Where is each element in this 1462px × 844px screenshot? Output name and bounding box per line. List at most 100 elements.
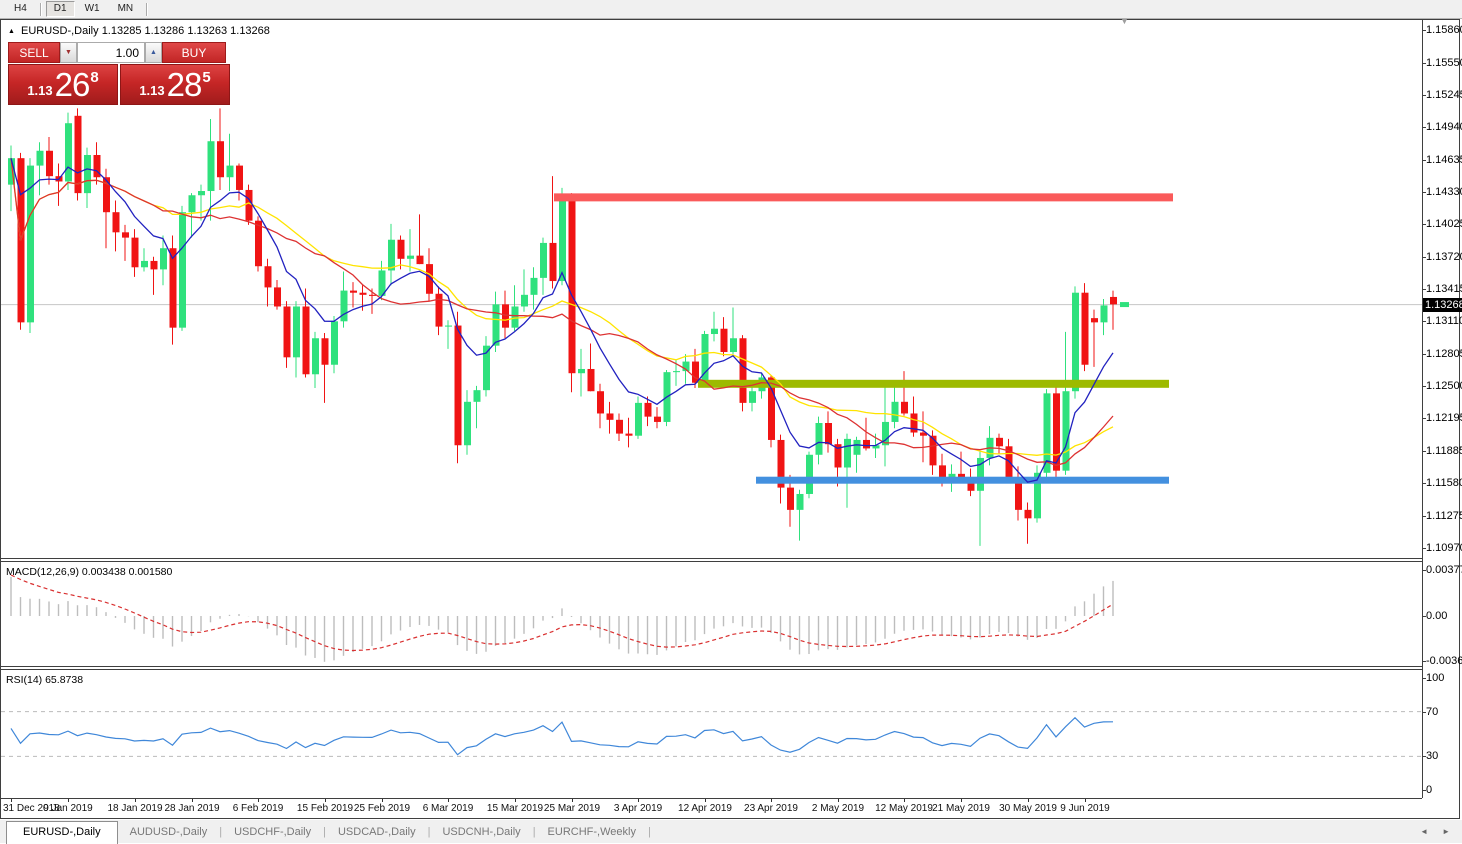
- candle-body: [341, 291, 348, 322]
- candle-body: [930, 436, 937, 466]
- candle-body: [37, 151, 44, 166]
- date-axis[interactable]: 31 Dec 20189 Jan 201918 Jan 201928 Jan 2…: [1, 799, 1422, 818]
- candle-body: [246, 190, 253, 221]
- candle-body: [616, 420, 623, 434]
- candle-body: [455, 326, 462, 446]
- date-tick-label: 15 Mar 2019: [487, 803, 543, 814]
- rsi-label: RSI(14) 65.8738: [6, 674, 83, 686]
- tab-eurchf-weekly[interactable]: EURCHF-,Weekly: [536, 822, 648, 843]
- timeframe-button-w1[interactable]: W1: [77, 1, 108, 17]
- tab-usdcnh-daily[interactable]: USDCNH-,Daily: [430, 822, 532, 843]
- sell-button[interactable]: SELL: [8, 42, 60, 63]
- candle-body: [550, 243, 557, 281]
- volume-input[interactable]: 1.00: [77, 42, 145, 63]
- toolbar-separator: [146, 3, 147, 16]
- candle-body: [1063, 391, 1070, 470]
- date-tick-label: 12 May 2019: [875, 803, 933, 814]
- chart-window: ▲ EURUSD-,Daily 1.13285 1.13286 1.13263 …: [0, 19, 1460, 819]
- date-axis-tick: [1085, 799, 1086, 802]
- triangle-up-icon: ▲: [150, 49, 157, 56]
- candle-body: [170, 248, 177, 327]
- sell-price-button[interactable]: 1.13 26 8: [8, 64, 118, 105]
- panel-divider[interactable]: [1, 558, 1422, 559]
- candle-body: [113, 212, 120, 232]
- candle-body: [493, 304, 500, 345]
- toolbar-separator: [40, 3, 41, 16]
- price-tick-label: 1.14635: [1426, 154, 1462, 166]
- date-tick-label: 21 May 2019: [932, 803, 990, 814]
- candle-body: [540, 243, 547, 278]
- sell-price-big: 26: [55, 68, 90, 101]
- date-axis-tick: [838, 799, 839, 802]
- price-tick-label: 1.15245: [1426, 89, 1462, 101]
- candle-body: [797, 494, 804, 510]
- candle-body: [996, 438, 1003, 446]
- date-axis-tick: [705, 799, 706, 802]
- buy-price-button[interactable]: 1.13 28 5: [120, 64, 230, 105]
- rsi-tick-label: 0: [1426, 784, 1462, 796]
- hline-resistance[interactable]: [554, 193, 1173, 201]
- date-tick-label: 9 Jun 2019: [1060, 803, 1110, 814]
- date-axis-tick: [325, 799, 326, 802]
- sell-price-prefix: 1.13: [27, 83, 52, 98]
- candle-body: [901, 402, 908, 414]
- tab-scroll-right-button[interactable]: ►: [1442, 827, 1450, 836]
- price-tick-label: 1.13415: [1426, 283, 1462, 295]
- candle-body: [398, 240, 405, 259]
- date-axis-tick: [904, 799, 905, 802]
- candle-body: [141, 261, 148, 267]
- date-tick-label: 18 Jan 2019: [107, 803, 162, 814]
- candle-body: [531, 278, 538, 295]
- date-tick-label: 6 Mar 2019: [423, 803, 474, 814]
- candle-body: [274, 287, 281, 306]
- candle-body: [46, 151, 53, 176]
- date-axis-tick: [961, 799, 962, 802]
- candle-body: [369, 295, 376, 296]
- candle-body: [588, 369, 595, 391]
- timeframe-button-h4[interactable]: H4: [6, 1, 35, 17]
- hline-support[interactable]: [756, 477, 1169, 484]
- candle-body: [502, 304, 509, 327]
- buy-button[interactable]: BUY: [162, 42, 226, 63]
- chart-title: EURUSD-,Daily: [21, 25, 99, 37]
- volume-increase-button[interactable]: ▲: [145, 42, 162, 63]
- rsi-line: [11, 718, 1113, 755]
- candle-body: [236, 166, 243, 190]
- timeframe-button-d1[interactable]: D1: [46, 1, 75, 17]
- rsi-tick-label: 70: [1426, 706, 1462, 718]
- collapse-triangle-icon[interactable]: ▲: [8, 28, 15, 35]
- candle-body: [635, 403, 642, 436]
- symbol-tab-bar: EURUSD-,DailyAUDUSD-,Daily|USDCHF-,Daily…: [0, 819, 1462, 843]
- candle-body: [512, 306, 519, 327]
- candle-body: [607, 413, 614, 419]
- tab-scroll-left-button[interactable]: ◄: [1420, 827, 1428, 836]
- tab-usdchf-daily[interactable]: USDCHF-,Daily: [222, 822, 323, 843]
- candle-body: [464, 402, 471, 445]
- date-axis-tick: [448, 799, 449, 802]
- price-tick-label: 1.14025: [1426, 218, 1462, 230]
- candle-body: [436, 294, 443, 327]
- macd-indicator-canvas[interactable]: [1, 562, 1422, 665]
- chart-shift-marker-icon[interactable]: ▼: [1120, 16, 1129, 26]
- date-tick-label: 23 Apr 2019: [744, 803, 798, 814]
- panel-divider[interactable]: [1, 666, 1422, 667]
- macd-tick-label: 0.00: [1426, 610, 1462, 622]
- tab-audusd-daily[interactable]: AUDUSD-,Daily: [118, 822, 220, 843]
- timeframe-button-mn[interactable]: MN: [110, 1, 142, 17]
- triangle-down-icon: ▼: [65, 49, 72, 56]
- date-axis-tick: [638, 799, 639, 802]
- date-axis-tick: [515, 799, 516, 802]
- rsi-indicator-canvas[interactable]: [1, 670, 1422, 797]
- price-tick-label: 1.12500: [1426, 380, 1462, 392]
- candle-body: [65, 123, 72, 181]
- candle-body: [407, 256, 414, 259]
- tab-usdcad-daily[interactable]: USDCAD-,Daily: [326, 822, 428, 843]
- candle-body: [787, 488, 794, 510]
- candle-body: [1072, 293, 1079, 392]
- candle-body: [84, 155, 91, 193]
- candle-body: [569, 201, 576, 374]
- volume-decrease-button[interactable]: ▼: [60, 42, 77, 63]
- candle-body: [293, 306, 300, 357]
- candle-body: [654, 417, 661, 422]
- tab-eurusd-daily[interactable]: EURUSD-,Daily: [6, 821, 118, 844]
